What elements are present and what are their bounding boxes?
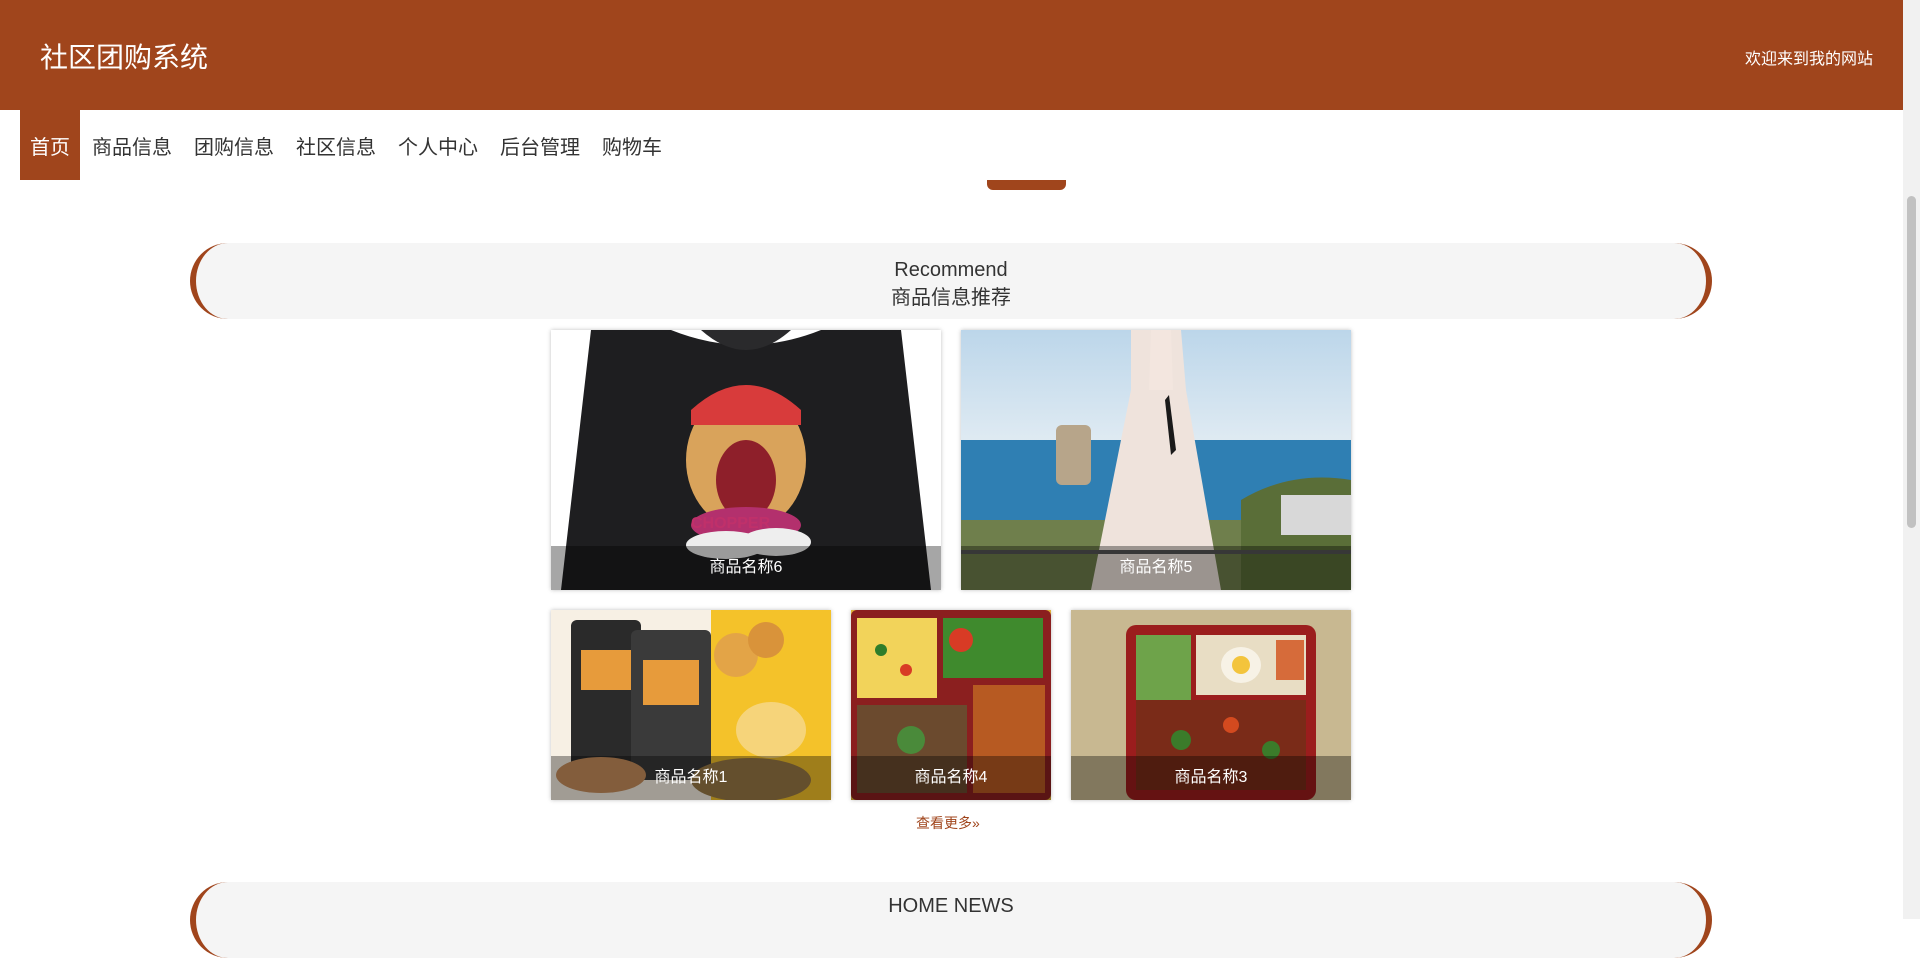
site-header: 社区团购系统 欢迎来到我的网站 xyxy=(0,0,1903,110)
carousel-indicator[interactable] xyxy=(987,180,1066,190)
news-section-header: HOME NEWS xyxy=(190,882,1712,958)
product-name: 商品名称3 xyxy=(1071,756,1351,800)
nav-item-community[interactable]: 社区信息 xyxy=(286,110,386,180)
nav-item-products[interactable]: 商品信息 xyxy=(82,110,182,180)
product-card[interactable]: 商品名称4 xyxy=(851,610,1051,800)
product-card[interactable]: 商品名称1 xyxy=(551,610,831,800)
nav-item-home[interactable]: 首页 xyxy=(20,110,80,180)
site-title: 社区团购系统 xyxy=(40,42,209,73)
product-name: 商品名称4 xyxy=(851,756,1051,800)
product-name: 商品名称1 xyxy=(551,756,831,800)
product-name: 商品名称5 xyxy=(961,546,1351,590)
main-nav: 首页 商品信息 团购信息 社区信息 个人中心 后台管理 购物车 xyxy=(20,110,672,180)
nav-item-profile[interactable]: 个人中心 xyxy=(388,110,488,180)
product-card[interactable]: CHOPPER 商品名称6 xyxy=(551,330,941,590)
nav-item-admin[interactable]: 后台管理 xyxy=(490,110,590,180)
nav-item-cart[interactable]: 购物车 xyxy=(592,110,672,180)
view-more-link[interactable]: 查看更多» xyxy=(916,813,980,833)
scrollbar-thumb[interactable] xyxy=(1907,196,1916,528)
welcome-text: 欢迎来到我的网站 xyxy=(1744,51,1873,68)
product-card[interactable]: 商品名称5 xyxy=(961,330,1351,590)
product-name: 商品名称6 xyxy=(551,546,941,590)
news-title-en: HOME NEWS xyxy=(888,895,1014,917)
recommend-title-en: Recommend xyxy=(894,259,1008,281)
nav-item-group-buy[interactable]: 团购信息 xyxy=(184,110,284,180)
vertical-scrollbar[interactable] xyxy=(1903,0,1920,919)
recommend-section-header: Recommend 商品信息推荐 xyxy=(190,243,1712,319)
product-card[interactable]: 商品名称3 xyxy=(1071,610,1351,800)
recommend-title-zh: 商品信息推荐 xyxy=(891,287,1011,309)
svg-text:CHOPPER: CHOPPER xyxy=(691,515,771,532)
